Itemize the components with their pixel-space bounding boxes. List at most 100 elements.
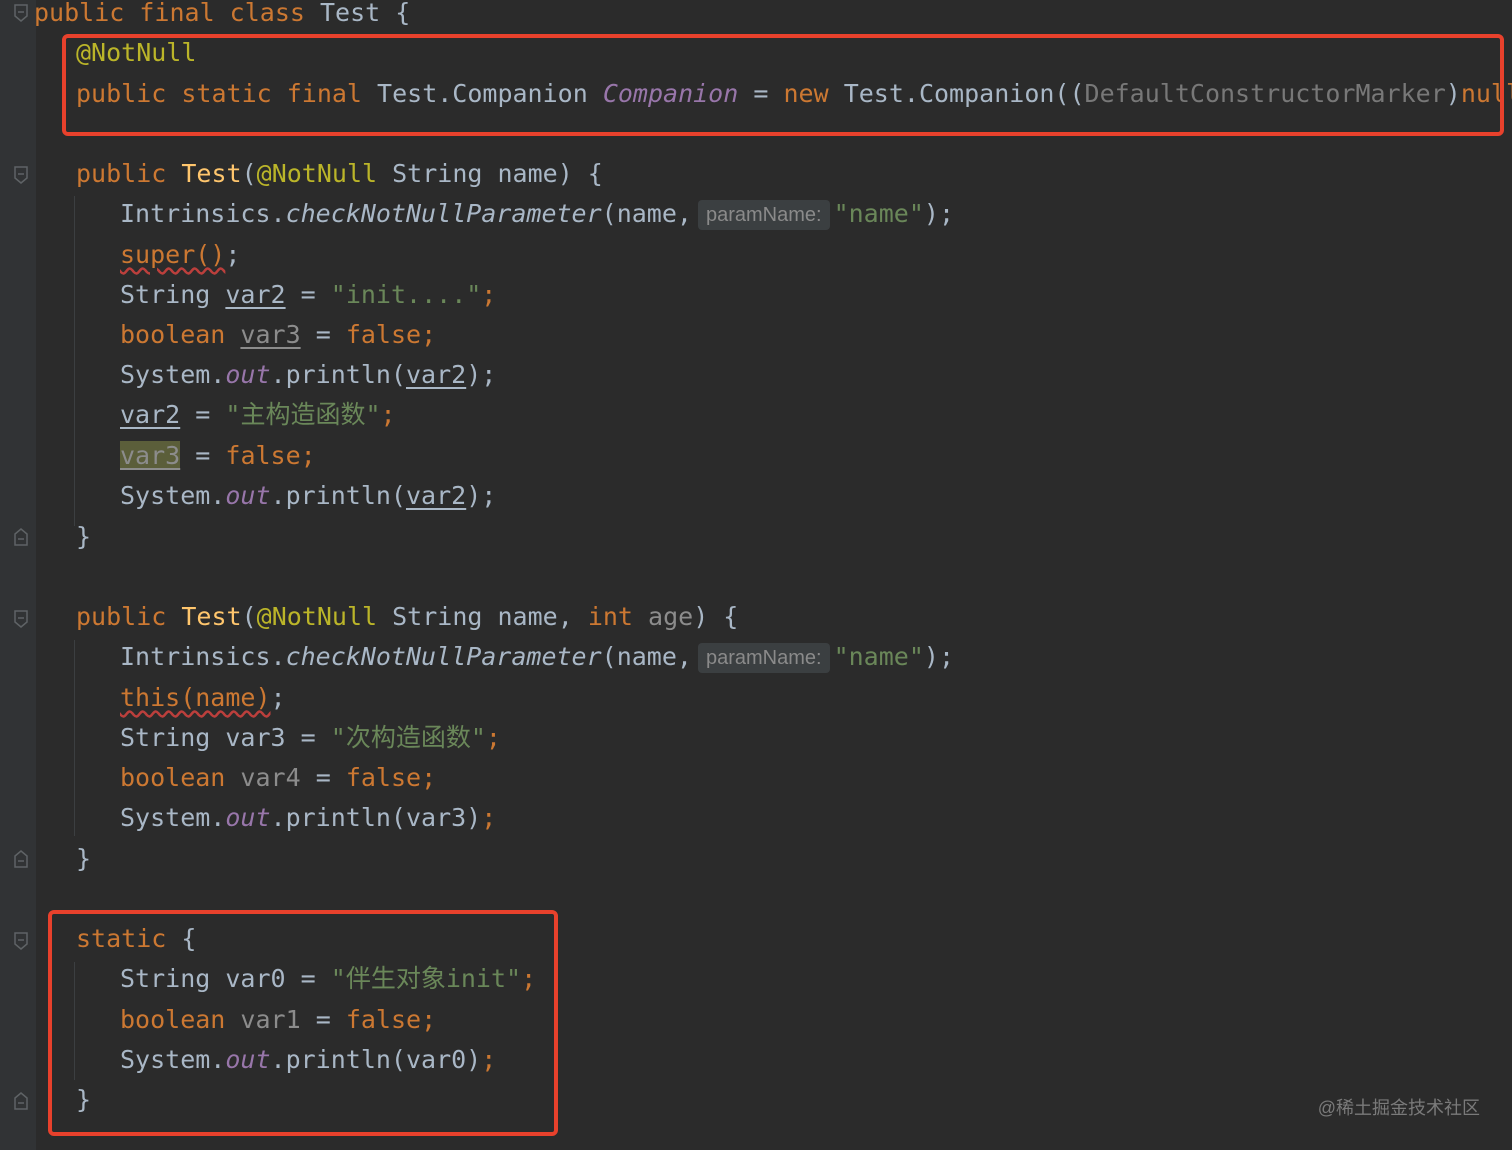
open-paren: (	[241, 159, 257, 188]
ctor-name: Test	[181, 159, 242, 188]
out-field: out	[225, 481, 271, 510]
check-method: checkNotNullParameter	[285, 642, 602, 671]
false-keyword: false	[345, 320, 422, 349]
code-line-ctor1-println1: System.out.println(var2);	[120, 358, 496, 392]
println: .println(	[270, 360, 406, 389]
open-paren: (	[241, 602, 257, 631]
param-name-hint: paramName:	[697, 643, 830, 673]
out-field: out	[225, 803, 271, 832]
brace: }	[76, 522, 92, 551]
system: System.	[120, 360, 226, 389]
code-line-class: public final class Test {	[34, 0, 410, 30]
fold-end-ctor1-icon[interactable]	[14, 528, 28, 546]
code-line-ctor1-var2: String var2 = "init....";	[120, 278, 496, 312]
check-method: checkNotNullParameter	[285, 199, 602, 228]
fold-end-ctor2-icon[interactable]	[14, 850, 28, 868]
var-name-highlighted: var3	[120, 441, 181, 470]
println: .println(	[270, 481, 406, 510]
var-name: var2	[225, 280, 286, 309]
code-line-ctor2-close: }	[76, 842, 91, 876]
semicolon: ;	[270, 683, 286, 712]
assign-op: =	[300, 280, 316, 309]
var-name: var4	[240, 763, 301, 792]
code-line-ctor2-sig: public Test(@NotNull String name, int ag…	[76, 600, 738, 634]
system: System.	[120, 803, 226, 832]
statement-tail: );	[923, 199, 954, 228]
code-line-ctor2-var3: String var3 = "次构造函数";	[120, 721, 501, 755]
boolean-keyword: boolean	[120, 320, 226, 349]
assign-op: =	[195, 441, 211, 470]
params: String name,	[377, 602, 573, 631]
super-call: super()	[120, 240, 226, 269]
intrinsics: Intrinsics.	[120, 199, 286, 228]
statement-tail: );	[923, 642, 954, 671]
code-line-ctor1-close: }	[76, 520, 91, 554]
println: .println(var3)	[270, 803, 482, 832]
string-literal: "name"	[833, 199, 924, 228]
public-keyword: public	[76, 159, 167, 188]
var-name: var3	[240, 320, 301, 349]
statement-tail: );	[466, 360, 497, 389]
fold-end-static-icon[interactable]	[14, 1092, 28, 1110]
assign-op: =	[195, 400, 211, 429]
int-keyword: int	[587, 602, 633, 631]
check-args: (name,	[601, 642, 692, 671]
code-line-ctor1-super: super();	[120, 238, 240, 272]
annotation: @NotNull	[256, 159, 378, 188]
assign-op: =	[315, 763, 331, 792]
fold-ctor2-icon[interactable]	[14, 610, 28, 628]
watermark: @稀土掘金技术社区	[1317, 1098, 1480, 1118]
assign-op: =	[300, 723, 316, 752]
param-name-hint: paramName:	[697, 200, 830, 230]
var-name: var3	[225, 723, 286, 752]
annotation: @NotNull	[256, 602, 378, 631]
code-line-ctor1-sig: public Test(@NotNull String name) {	[76, 157, 603, 191]
semicolon: ;	[380, 400, 396, 429]
semicolon: ;	[225, 240, 241, 269]
semicolon: ;	[421, 763, 437, 792]
semicolon: ;	[485, 723, 501, 752]
string-literal: "主构造函数"	[225, 400, 381, 429]
system: System.	[120, 481, 226, 510]
code-line-ctor1-println2: System.out.println(var2);	[120, 479, 496, 513]
boolean-keyword: boolean	[120, 763, 226, 792]
var-name: var2	[120, 400, 181, 429]
brace: {	[395, 0, 411, 27]
semicolon: ;	[421, 320, 437, 349]
highlight-box-companion	[62, 34, 1504, 136]
string-literal: "init...."	[330, 280, 482, 309]
string-literal: "次构造函数"	[330, 723, 486, 752]
false-keyword: false	[345, 763, 422, 792]
params: String name) {	[377, 159, 603, 188]
fold-static-icon[interactable]	[14, 932, 28, 950]
brace: }	[76, 844, 92, 873]
code-line-ctor1-check: Intrinsics.checkNotNullParameter(name, pa…	[120, 197, 954, 231]
public-keyword: public	[76, 602, 167, 631]
semicolon: ;	[481, 280, 497, 309]
statement-tail: );	[466, 481, 497, 510]
false-keyword: false	[225, 441, 301, 470]
this-call: this(name)	[120, 683, 271, 712]
semicolon: ;	[300, 441, 316, 470]
params-close: ) {	[693, 602, 739, 631]
code-line-ctor2-check: Intrinsics.checkNotNullParameter(name, pa…	[120, 640, 954, 674]
var-name: var2	[405, 481, 467, 510]
semicolon: ;	[481, 803, 497, 832]
check-args: (name,	[601, 199, 692, 228]
param-age: age	[648, 602, 694, 631]
highlight-box-static	[48, 910, 558, 1136]
code-line-ctor2-var4: boolean var4 = false;	[120, 761, 436, 795]
out-field: out	[225, 360, 271, 389]
code-line-ctor1-assign-var3: var3 = false;	[120, 439, 316, 473]
ctor-name: Test	[181, 602, 242, 631]
fold-class-icon[interactable]	[14, 4, 28, 22]
class-modifiers: public final class	[34, 0, 305, 27]
assign-op: =	[315, 320, 331, 349]
fold-ctor1-icon[interactable]	[14, 166, 28, 184]
code-line-ctor1-var3: boolean var3 = false;	[120, 318, 436, 352]
code-line-ctor2-this: this(name);	[120, 681, 286, 715]
type-string: String	[120, 723, 211, 752]
string-literal: "name"	[833, 642, 924, 671]
class-name: Test	[320, 0, 381, 27]
type-string: String	[120, 280, 211, 309]
